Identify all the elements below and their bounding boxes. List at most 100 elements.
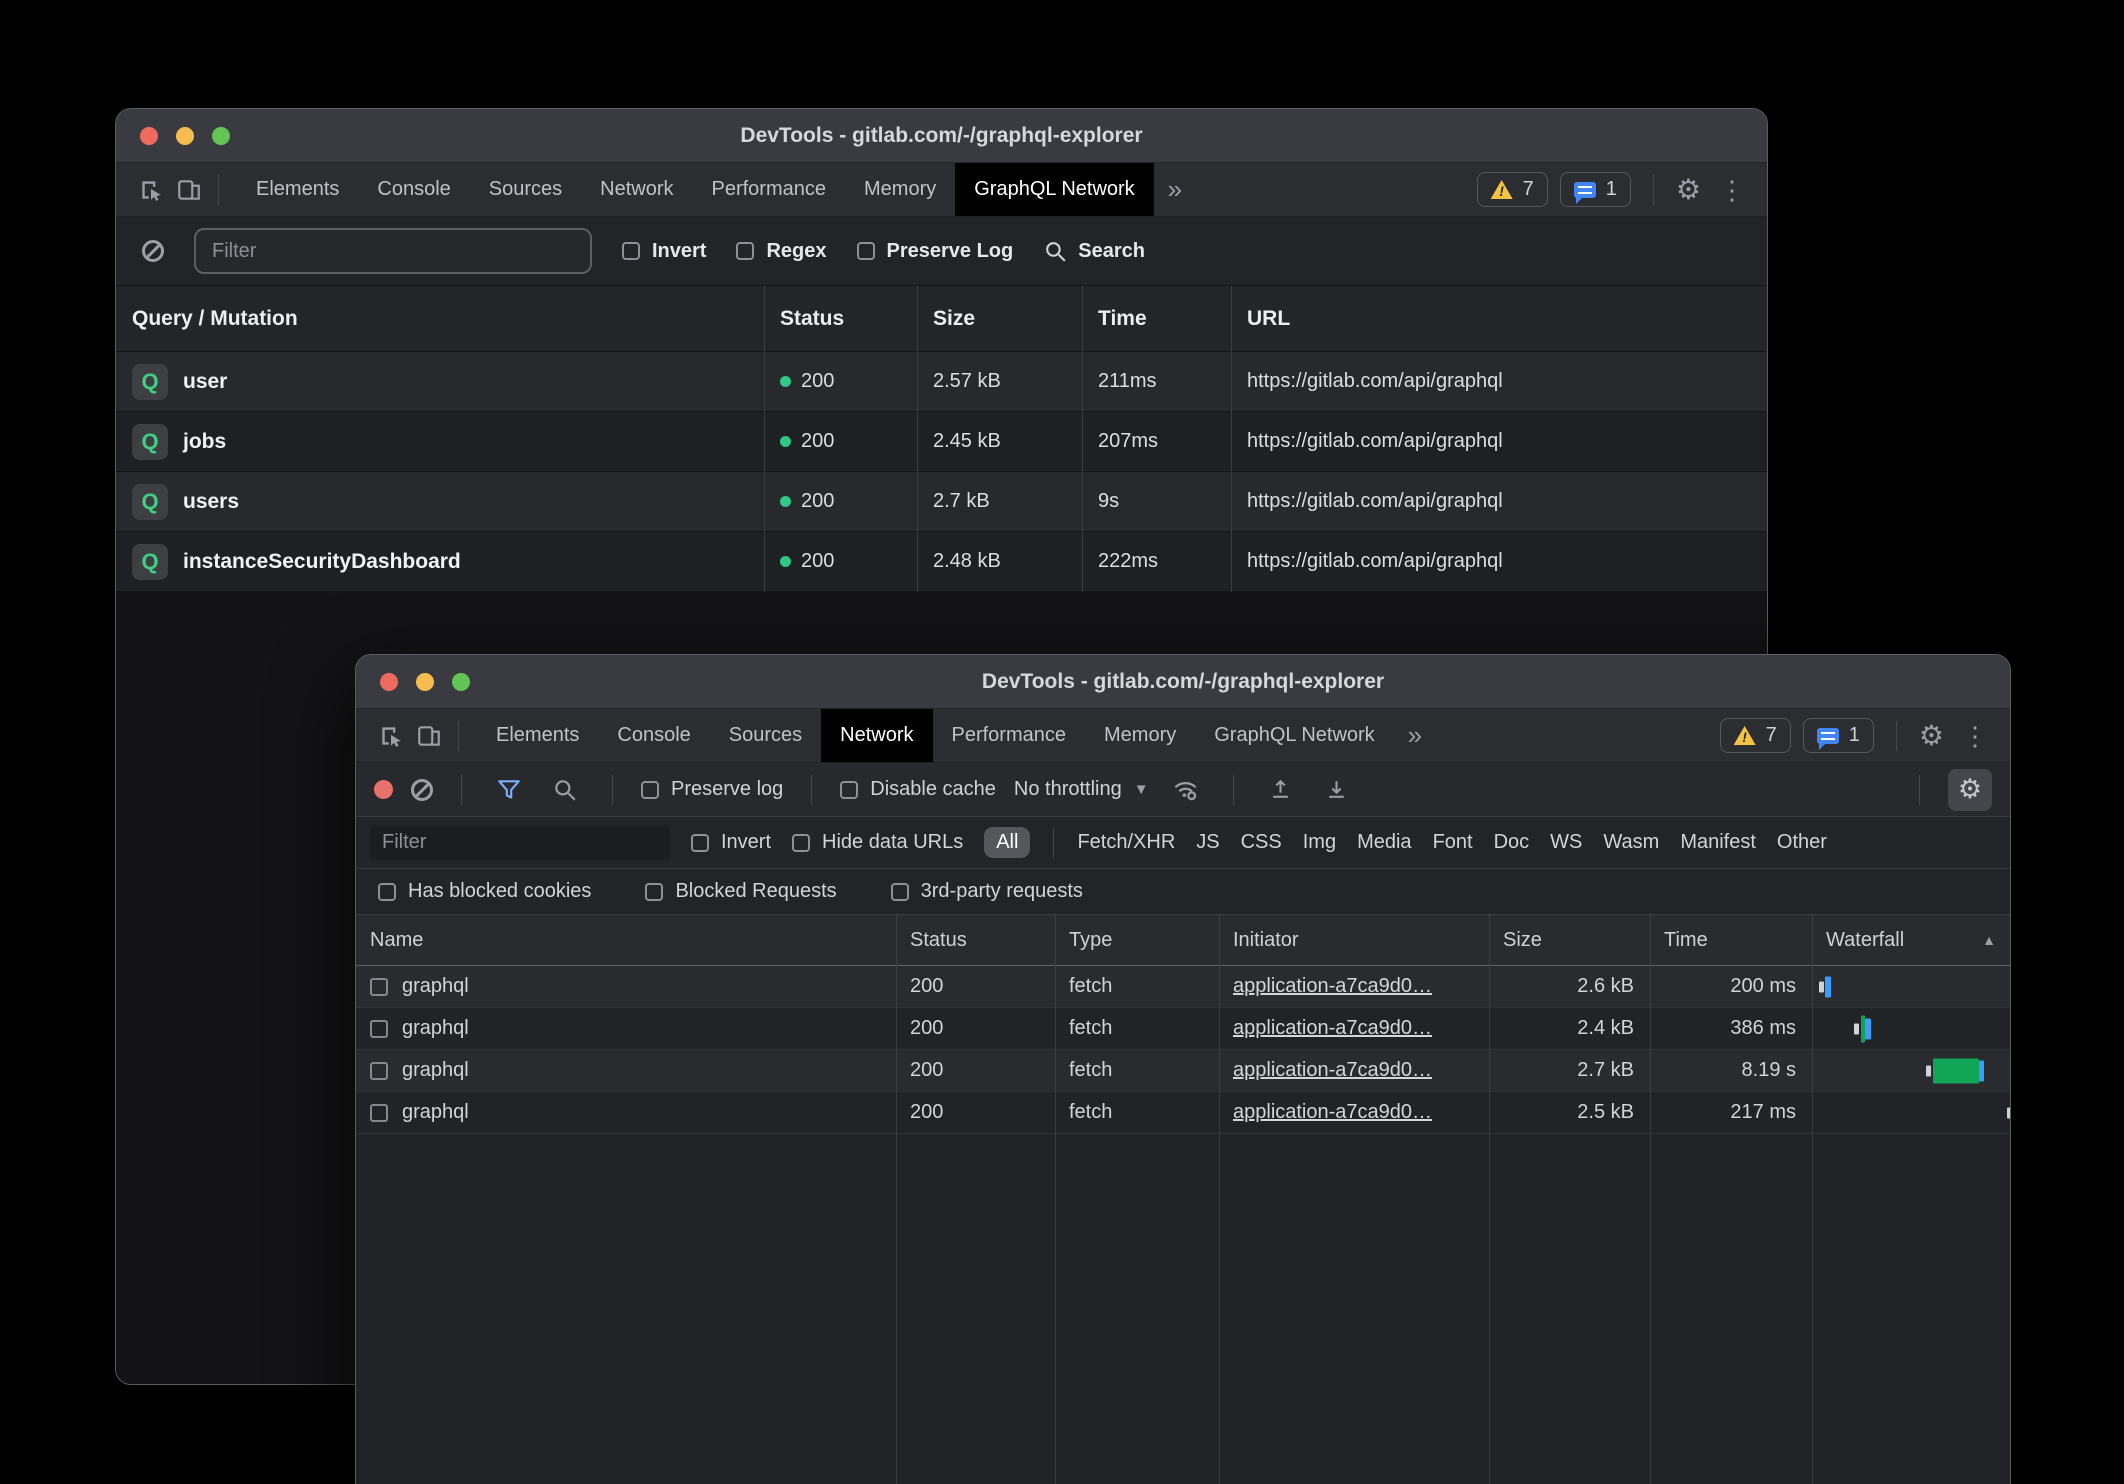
column-header-status[interactable]: Status: [896, 915, 1055, 965]
column-divider[interactable]: [1650, 915, 1651, 1484]
minimize-window-button[interactable]: [416, 673, 434, 691]
tab-performance[interactable]: Performance: [933, 709, 1086, 762]
export-har-icon[interactable]: [1318, 771, 1356, 809]
warnings-badge[interactable]: 7: [1477, 172, 1548, 207]
column-header-time[interactable]: Time: [1650, 915, 1812, 965]
preserve-log-checkbox[interactable]: Preserve log: [641, 778, 783, 801]
zoom-window-button[interactable]: [452, 673, 470, 691]
disable-cache-checkbox[interactable]: Disable cache: [840, 778, 996, 801]
filter-type-manifest[interactable]: Manifest: [1680, 831, 1756, 854]
column-header-size[interactable]: Size: [1489, 915, 1650, 965]
table-row[interactable]: graphql 200 fetch application-a7ca9d0… 2…: [356, 1008, 2010, 1050]
inspect-element-icon[interactable]: [132, 171, 170, 209]
blocked-requests-checkbox[interactable]: Blocked Requests: [645, 880, 836, 903]
network-filter-input[interactable]: [370, 826, 670, 860]
filter-funnel-icon[interactable]: [490, 771, 528, 809]
preserve-log-checkbox[interactable]: Preserve Log: [857, 240, 1014, 263]
table-row[interactable]: Q users 200 2.7 kB 9s https://gitlab.com…: [116, 472, 1767, 532]
column-header-type[interactable]: Type: [1055, 915, 1219, 965]
hide-data-urls-checkbox[interactable]: Hide data URLs: [792, 831, 963, 854]
network-conditions-icon[interactable]: [1167, 771, 1205, 809]
initiator-link[interactable]: application-a7ca9d0…: [1233, 1059, 1432, 1082]
network-settings-gear-icon[interactable]: ⚙: [1948, 769, 1992, 811]
regex-checkbox[interactable]: Regex: [736, 240, 826, 263]
tab-console[interactable]: Console: [598, 709, 709, 762]
search-icon[interactable]: [546, 771, 584, 809]
initiator-link[interactable]: application-a7ca9d0…: [1233, 1017, 1432, 1040]
filter-type-media[interactable]: Media: [1357, 831, 1411, 854]
zoom-window-button[interactable]: [212, 127, 230, 145]
tab-network[interactable]: Network: [821, 709, 932, 762]
tab-console[interactable]: Console: [358, 163, 469, 216]
tab-memory[interactable]: Memory: [845, 163, 955, 216]
column-divider[interactable]: [1812, 915, 1813, 1484]
clear-log-icon[interactable]: [142, 240, 164, 262]
settings-gear-icon[interactable]: ⚙: [1676, 176, 1701, 204]
more-options-icon[interactable]: ⋮: [1713, 177, 1751, 203]
tab-sources[interactable]: Sources: [470, 163, 581, 216]
filter-type-all[interactable]: All: [984, 827, 1030, 858]
third-party-requests-checkbox[interactable]: 3rd-party requests: [891, 880, 1083, 903]
initiator-link[interactable]: application-a7ca9d0…: [1233, 975, 1432, 998]
clear-network-log-icon[interactable]: [411, 779, 433, 801]
inspect-element-icon[interactable]: [372, 717, 410, 755]
tab-graphql-network[interactable]: GraphQL Network: [955, 163, 1153, 216]
column-divider[interactable]: [1489, 915, 1490, 1484]
tab-memory[interactable]: Memory: [1085, 709, 1195, 762]
row-checkbox[interactable]: [370, 1104, 388, 1122]
tab-network[interactable]: Network: [581, 163, 692, 216]
invert-checkbox[interactable]: Invert: [691, 831, 771, 854]
initiator-link[interactable]: application-a7ca9d0…: [1233, 1101, 1432, 1124]
record-network-log-button[interactable]: [374, 780, 393, 799]
issues-badge[interactable]: 1: [1803, 718, 1874, 753]
row-checkbox[interactable]: [370, 978, 388, 996]
column-divider[interactable]: [1219, 915, 1220, 1484]
device-toolbar-icon[interactable]: [170, 171, 208, 209]
more-tabs-icon[interactable]: »: [1394, 720, 1436, 751]
column-divider[interactable]: [917, 286, 918, 592]
table-row[interactable]: Q user 200 2.57 kB 211ms https://gitlab.…: [116, 352, 1767, 412]
more-tabs-icon[interactable]: »: [1154, 174, 1196, 205]
filter-type-ws[interactable]: WS: [1550, 831, 1582, 854]
column-divider[interactable]: [1082, 286, 1083, 592]
device-toolbar-icon[interactable]: [410, 717, 448, 755]
minimize-window-button[interactable]: [176, 127, 194, 145]
filter-type-wasm[interactable]: Wasm: [1603, 831, 1659, 854]
row-checkbox[interactable]: [370, 1062, 388, 1080]
filter-input[interactable]: [194, 228, 592, 274]
tab-graphql-network[interactable]: GraphQL Network: [1195, 709, 1393, 762]
filter-type-css[interactable]: CSS: [1241, 831, 1282, 854]
table-row[interactable]: Q jobs 200 2.45 kB 207ms https://gitlab.…: [116, 412, 1767, 472]
tab-performance[interactable]: Performance: [693, 163, 846, 216]
search-button[interactable]: Search: [1043, 239, 1145, 264]
row-checkbox[interactable]: [370, 1020, 388, 1038]
column-divider[interactable]: [1055, 915, 1056, 1484]
filter-type-fetch-xhr[interactable]: Fetch/XHR: [1077, 831, 1175, 854]
has-blocked-cookies-checkbox[interactable]: Has blocked cookies: [378, 880, 591, 903]
table-row[interactable]: graphql 200 fetch application-a7ca9d0… 2…: [356, 966, 2010, 1008]
close-window-button[interactable]: [140, 127, 158, 145]
column-header-waterfall[interactable]: Waterfall ▲: [1812, 915, 2010, 965]
tab-sources[interactable]: Sources: [710, 709, 821, 762]
filter-type-other[interactable]: Other: [1777, 831, 1827, 854]
tab-elements[interactable]: Elements: [477, 709, 598, 762]
filter-type-js[interactable]: JS: [1196, 831, 1219, 854]
column-divider[interactable]: [764, 286, 765, 592]
column-divider[interactable]: [896, 915, 897, 1484]
filter-type-doc[interactable]: Doc: [1494, 831, 1530, 854]
filter-type-img[interactable]: Img: [1303, 831, 1336, 854]
more-options-icon[interactable]: ⋮: [1956, 723, 1994, 749]
settings-gear-icon[interactable]: ⚙: [1919, 722, 1944, 750]
table-row[interactable]: Q instanceSecurityDashboard 200 2.48 kB …: [116, 532, 1767, 592]
filter-type-font[interactable]: Font: [1433, 831, 1473, 854]
import-har-icon[interactable]: [1262, 771, 1300, 809]
column-header-initiator[interactable]: Initiator: [1219, 915, 1489, 965]
table-row[interactable]: graphql 200 fetch application-a7ca9d0… 2…: [356, 1050, 2010, 1092]
issues-badge[interactable]: 1: [1560, 172, 1631, 207]
table-row[interactable]: graphql 200 fetch application-a7ca9d0… 2…: [356, 1092, 2010, 1134]
column-divider[interactable]: [1231, 286, 1232, 592]
throttling-select[interactable]: No throttling ▼: [1014, 778, 1149, 801]
close-window-button[interactable]: [380, 673, 398, 691]
tab-elements[interactable]: Elements: [237, 163, 358, 216]
column-header-name[interactable]: Name: [356, 915, 896, 965]
